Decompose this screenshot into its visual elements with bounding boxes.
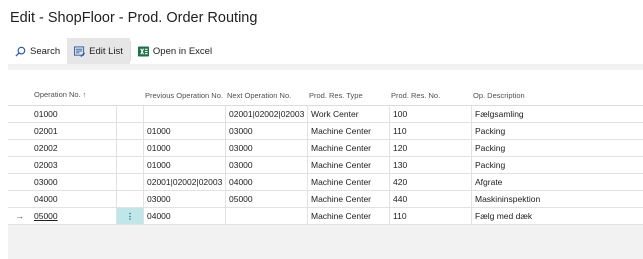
cell-previous-operation-no[interactable]: 04000 <box>143 208 225 224</box>
cell-prod-res-type[interactable]: Machine Center <box>307 191 389 207</box>
cell-row-actions[interactable] <box>116 191 143 207</box>
current-row-arrow-icon: → <box>15 211 24 221</box>
cell-previous-operation-no[interactable]: 01000 <box>143 123 225 139</box>
table-row[interactable]: 02002 01000 03000 Machine Center 120 Packing <box>8 140 643 157</box>
cell-prod-res-type[interactable]: Machine Center <box>307 208 389 224</box>
table-row[interactable]: 03000 02001|02002|02003 04000 Machine Cente… <box>8 174 643 191</box>
cell-prod-res-type[interactable]: Machine Center <box>307 157 389 173</box>
row-actions-button[interactable]: ⋮ <box>116 208 143 224</box>
cell-next-operation-no[interactable]: 03000 <box>225 140 307 156</box>
excel-icon <box>137 45 149 57</box>
column-header-prod-res-no[interactable]: Prod. Res. No. <box>391 91 440 100</box>
cell-row-actions[interactable] <box>116 174 143 190</box>
cell-prod-res-type[interactable]: Machine Center <box>307 123 389 139</box>
cell-op-description[interactable]: Maskininspektion <box>471 191 643 207</box>
cell-previous-operation-no[interactable]: 02001|02002|02003 <box>143 174 225 190</box>
edit-list-icon <box>74 45 86 57</box>
action-bar: Search Edit List Open in Excel <box>8 38 635 65</box>
cell-previous-operation-no[interactable]: 01000 <box>143 140 225 156</box>
cell-operation-no[interactable]: 02002 <box>8 140 116 156</box>
cell-previous-operation-no[interactable]: 01000 <box>143 157 225 173</box>
grid-area: Operation No. ↑ Previous Operation No. Ne… <box>8 64 643 259</box>
cell-next-operation-no[interactable]: 02001|02002|02003 <box>225 106 307 122</box>
table-body: 01000 02001|02002|02003 Work Center 100 Fælg… <box>8 106 643 225</box>
cell-prod-res-no[interactable]: 120 <box>389 140 471 156</box>
column-header-op-description[interactable]: Op. Description <box>473 91 525 100</box>
cell-prod-res-no[interactable]: 100 <box>389 106 471 122</box>
column-header-prod-res-type[interactable]: Prod. Res. Type <box>309 91 363 100</box>
column-header-next-operation-no[interactable]: Next Operation No. <box>227 91 291 100</box>
cell-row-actions[interactable] <box>116 123 143 139</box>
cell-operation-no[interactable]: 05000 <box>8 208 116 224</box>
cell-next-operation-no[interactable]: 04000 <box>225 174 307 190</box>
cell-previous-operation-no[interactable] <box>143 106 225 122</box>
cell-op-description[interactable]: Fælg med dæk <box>471 208 643 224</box>
table-row[interactable]: 02001 01000 03000 Machine Center 110 Packing <box>8 123 643 140</box>
cell-prod-res-no[interactable]: 440 <box>389 191 471 207</box>
cell-prod-res-type[interactable]: Machine Center <box>307 140 389 156</box>
cell-operation-no[interactable]: 02003 <box>8 157 116 173</box>
cell-operation-no[interactable]: 01000 <box>8 106 116 122</box>
cell-prod-res-type[interactable]: Machine Center <box>307 174 389 190</box>
cell-row-actions[interactable] <box>116 140 143 156</box>
table-row[interactable]: 05000 04000 Machine Center 110 Fælg med dæk ⋮… <box>8 208 643 225</box>
column-header-previous-operation-no[interactable]: Previous Operation No. <box>145 91 225 100</box>
cell-op-description[interactable]: Packing <box>471 123 643 139</box>
cell-next-operation-no[interactable]: 03000 <box>225 157 307 173</box>
table-row[interactable]: 04000 03000 05000 Machine Center 440 Maskinin… <box>8 191 643 208</box>
table-header: Operation No. ↑ Previous Operation No. Ne… <box>8 70 643 106</box>
cell-next-operation-no[interactable] <box>225 208 307 224</box>
cell-next-operation-no[interactable]: 03000 <box>225 123 307 139</box>
edit-list-label: Edit List <box>89 45 123 57</box>
cell-operation-no[interactable]: 03000 <box>8 174 116 190</box>
cell-row-actions[interactable] <box>116 106 143 122</box>
cell-op-description[interactable]: Packing <box>471 140 643 156</box>
open-in-excel-button[interactable]: Open in Excel <box>131 38 219 64</box>
table-row[interactable]: 01000 02001|02002|02003 Work Center 100 Fælg… <box>8 106 643 123</box>
table-row[interactable]: 02003 01000 03000 Machine Center 130 Packing <box>8 157 643 174</box>
cell-row-actions[interactable] <box>116 157 143 173</box>
cell-prod-res-no[interactable]: 130 <box>389 157 471 173</box>
cell-previous-operation-no[interactable]: 03000 <box>143 191 225 207</box>
column-header-operation-no[interactable]: Operation No. ↑ <box>34 90 86 100</box>
search-label: Search <box>30 45 61 57</box>
cell-prod-res-no[interactable]: 110 <box>389 123 471 139</box>
search-button[interactable]: Search <box>8 38 67 64</box>
cell-op-description[interactable]: Afgrate <box>471 174 643 190</box>
routing-table: Operation No. ↑ Previous Operation No. Ne… <box>8 70 643 225</box>
excel-label: Open in Excel <box>152 45 213 57</box>
search-icon <box>15 46 26 57</box>
edit-list-button[interactable]: Edit List <box>67 38 130 64</box>
cell-next-operation-no[interactable]: 05000 <box>225 191 307 207</box>
cell-op-description[interactable]: Fælgsamling <box>471 106 643 122</box>
cell-prod-res-no[interactable]: 420 <box>389 174 471 190</box>
sort-ascending-icon: ↑ <box>82 92 87 99</box>
cell-op-description[interactable]: Packing <box>471 157 643 173</box>
cell-prod-res-no[interactable]: 110 <box>389 208 471 224</box>
cell-prod-res-type[interactable]: Work Center <box>307 106 389 122</box>
page-title: Edit - ShopFloor - Prod. Order Routing <box>10 10 258 26</box>
operation-no-link[interactable]: 05000 <box>34 211 58 221</box>
cell-operation-no[interactable]: 04000 <box>8 191 116 207</box>
cell-operation-no[interactable]: 02001 <box>8 123 116 139</box>
